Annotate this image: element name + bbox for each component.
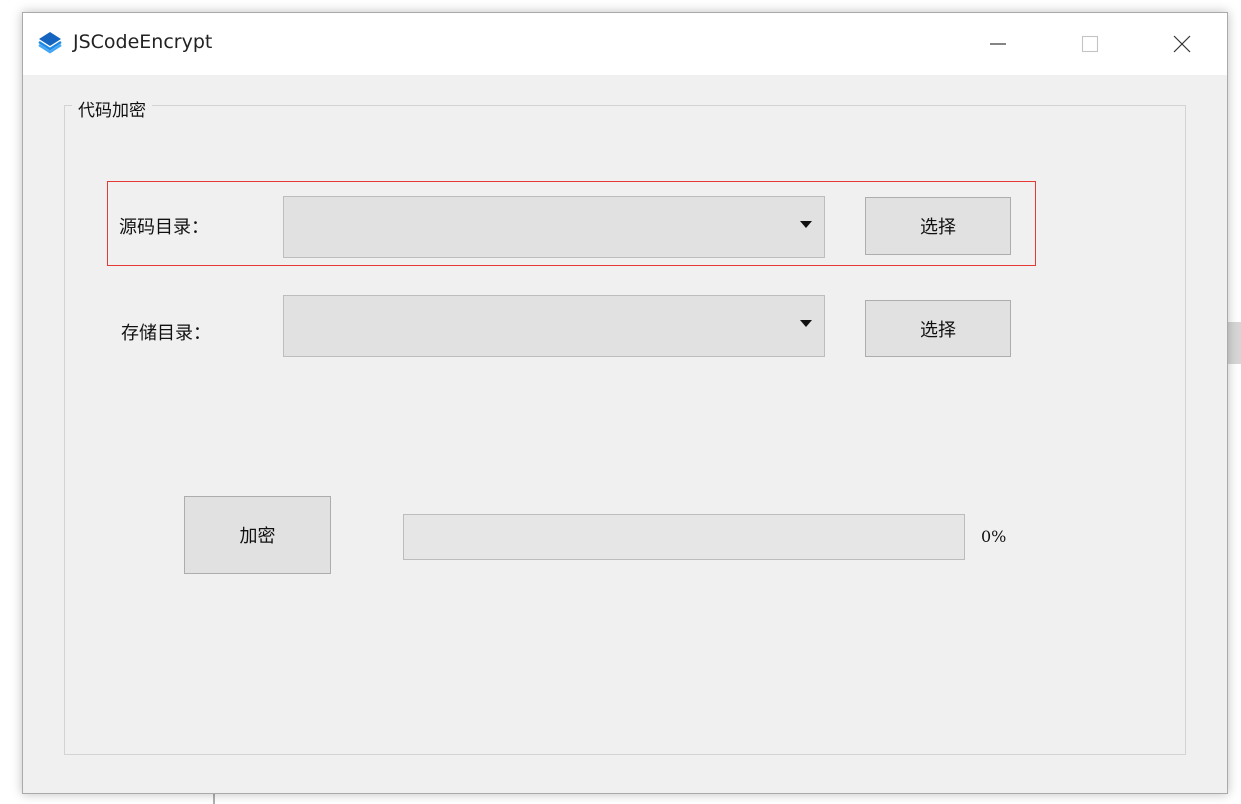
source-dir-label: 源码目录： [119,217,209,238]
encrypt-progress-bar [403,514,965,560]
encrypt-button[interactable]: 加密 [184,496,331,574]
progress-percent: 0% [981,527,1007,546]
window-title: JSCodeEncrypt [73,31,213,53]
title-bar[interactable]: JSCodeEncrypt [23,13,1227,75]
close-button[interactable] [1151,13,1213,75]
app-window: JSCodeEncrypt 代码加密 源码目录： 选择 存储目录： 选择 加密 … [22,12,1228,794]
maximize-icon [1081,35,1099,53]
dropdown-arrow-icon[interactable] [800,221,812,228]
encrypt-button-label: 加密 [239,526,276,547]
group-legend: 代码加密 [72,96,152,121]
source-dir-select-label: 选择 [920,217,956,238]
output-dir-label: 存储目录： [121,323,211,344]
desktop-background-strip [0,0,1241,12]
app-layers-icon [38,32,62,54]
maximize-button[interactable] [1059,13,1121,75]
source-dir-select-button[interactable]: 选择 [865,197,1011,255]
output-dir-combobox[interactable] [283,295,825,357]
output-dir-select-button[interactable]: 选择 [865,300,1011,357]
minimize-button[interactable] [967,13,1029,75]
dropdown-arrow-icon[interactable] [800,320,812,327]
minimize-icon [990,43,1006,45]
close-icon [1173,35,1191,53]
background-scrollbar-thumb [1227,322,1241,364]
output-dir-select-label: 选择 [920,319,956,341]
source-dir-combobox[interactable] [283,196,825,258]
